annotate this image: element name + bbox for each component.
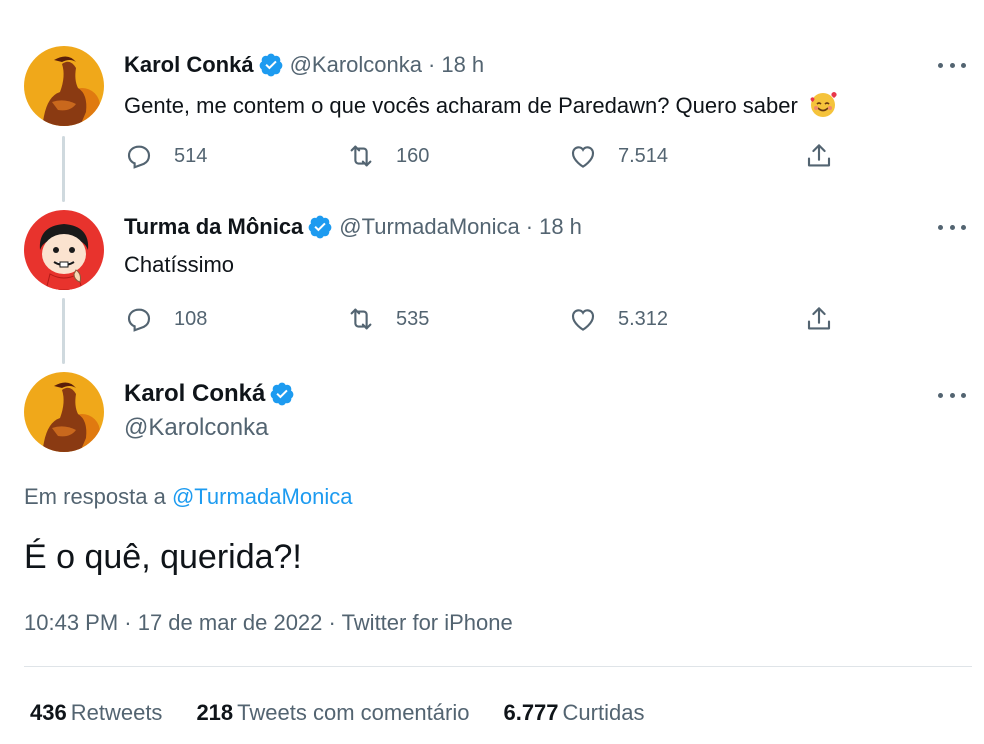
tweet-text-content: Gente, me contem o que vocês acharam de … [124,93,798,118]
more-options-icon[interactable] [938,60,966,70]
retweet-count: 535 [396,307,430,330]
retweet-count: 160 [396,144,430,167]
stat-quote-tweets[interactable]: 218 Tweets com comentário [196,700,469,726]
reply-prefix: Em resposta a [24,484,166,509]
reply-context: Em resposta a @TurmadaMonica [24,484,352,510]
verified-badge-icon [269,381,295,407]
tweet-1-header: Karol Conká @Karolconka · 18 h [124,52,484,78]
tweet-metadata: 10:43 PM · 17 de mar de 2022 · Twitter f… [24,610,513,636]
author-handle[interactable]: @Karolconka [290,52,422,78]
verified-badge-icon [307,214,333,240]
stat-likes[interactable]: 6.777 Curtidas [503,700,644,726]
main-tweet-text: É o quê, querida?! [24,538,302,576]
tweet-time[interactable]: 18 h [441,52,484,78]
share-button[interactable] [804,141,854,171]
tweet-2-text: Chatíssimo [124,252,235,277]
avatar-karol-conka[interactable] [24,372,104,452]
reply-button[interactable]: 514 [124,141,207,171]
source-link[interactable]: Twitter for iPhone [342,610,513,635]
separator: · [525,214,534,239]
author-handle[interactable]: @Karolconka [124,414,268,442]
like-button[interactable]: 7.514 [568,141,668,171]
stat-count: 218 [196,700,234,725]
thread-line-2 [62,298,65,364]
more-options-icon[interactable] [938,222,966,232]
stat-label: Curtidas [562,700,645,725]
like-count: 5.312 [618,307,669,330]
tweet-time[interactable]: 18 h [539,214,582,240]
timestamp[interactable]: 10:43 PM · 17 de mar de 2022 · [24,610,342,635]
more-options-icon[interactable] [938,390,966,400]
author-name[interactable]: Karol Conká [124,52,254,78]
like-button[interactable]: 5.312 [568,304,668,334]
stat-label: Tweets com comentário [237,700,470,725]
reply-count: 108 [174,307,208,330]
reply-count: 514 [174,144,208,167]
divider [24,666,972,667]
avatar-karol-conka[interactable] [24,46,104,126]
smiling-face-with-hearts-icon [808,89,838,119]
tweet-2-header: Turma da Mônica @TurmadaMonica · 18 h [124,214,582,240]
main-author: Karol Conká [124,380,301,408]
author-handle[interactable]: @TurmadaMonica [339,214,519,240]
like-count: 7.514 [618,144,669,167]
verified-badge-icon [258,52,284,78]
retweet-button[interactable]: 160 [346,141,429,171]
thread-line-1 [62,136,65,202]
reply-mention-link[interactable]: @TurmadaMonica [172,484,352,509]
reply-button[interactable]: 108 [124,304,207,334]
stat-count: 436 [30,700,67,725]
stat-label: Retweets [70,700,163,725]
separator: · [428,52,436,77]
author-name[interactable]: Karol Conká [124,380,265,408]
author-name[interactable]: Turma da Mônica [124,214,303,240]
stat-count: 6.777 [503,700,559,725]
share-button[interactable] [804,304,854,334]
stat-retweets[interactable]: 436 Retweets [30,700,162,726]
tweet-1-text: Gente, me contem o que vocês acharam de … [124,89,838,119]
avatar-turma-da-monica[interactable] [24,210,104,290]
retweet-button[interactable]: 535 [346,304,429,334]
tweet-stats: 436 Retweets 218 Tweets com comentário 6.7… [30,700,678,726]
